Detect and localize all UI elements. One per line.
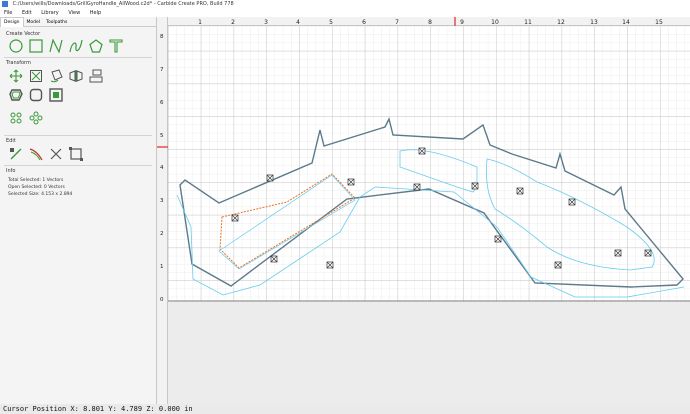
align-tool-icon[interactable]	[89, 69, 103, 83]
info-selected-size: Selected Size: 4.153 x 2.894	[8, 192, 73, 197]
x-ruler-label: 2	[231, 19, 235, 26]
divider	[4, 135, 152, 136]
info-total-selected: Total Selected: 1 Vectors	[8, 178, 64, 183]
rectangle-tool-icon[interactable]	[29, 39, 43, 53]
bounding-box-icon[interactable]	[69, 147, 83, 161]
x-ruler-label: 5	[329, 19, 333, 26]
rotate-tool-icon[interactable]	[49, 69, 63, 83]
ungroup-tool-icon[interactable]	[29, 111, 43, 125]
x-ruler-label: 4	[296, 19, 300, 26]
x-ruler-label: 11	[524, 19, 532, 26]
move-tool-icon[interactable]	[9, 69, 23, 83]
y-ruler-label: 0	[160, 297, 164, 303]
scale-tool-icon[interactable]	[29, 69, 43, 83]
x-ruler-label: 10	[491, 19, 499, 26]
info-heading: Info	[6, 168, 16, 174]
y-ruler-label: 7	[160, 67, 164, 73]
x-ruler-label: 14	[622, 19, 630, 26]
x-ruler-labels: 1 2 3 4 5 6 7 8 9 10 11 12 13 14 15	[198, 19, 663, 26]
y-ruler-label: 5	[160, 133, 164, 139]
trim-vectors-icon[interactable]	[49, 147, 63, 161]
mirror-tool-icon[interactable]	[69, 69, 83, 83]
transform-heading: Transform	[6, 60, 31, 66]
y-ruler-label: 3	[160, 198, 164, 204]
title-bar: C:/Users/wills/Downloads/GrillGyroHandle…	[0, 0, 690, 9]
design-panel: Design Model Toolpaths Create Vector Trans…	[0, 17, 157, 404]
y-ruler-label: 8	[160, 34, 164, 40]
canvas-offsheet	[168, 302, 690, 404]
tab-model[interactable]: Model	[24, 18, 44, 27]
menu-bar: File Edit Library View Help	[0, 9, 690, 17]
cursor-position-readout: Cursor Position X: 8.801 Y: 4.789 Z: 0.0…	[3, 405, 193, 413]
y-ruler-label: 1	[160, 264, 164, 270]
app-icon	[2, 1, 8, 7]
tab-toolpaths[interactable]: Toolpaths	[43, 18, 70, 27]
window-title: C:/Users/wills/Downloads/GrillGyroHandle…	[12, 1, 234, 7]
group-tool-icon[interactable]	[9, 111, 23, 125]
text-tool-icon[interactable]	[109, 39, 123, 53]
info-open-selected: Open Selected: 0 Vectors	[8, 185, 65, 190]
create-vector-heading: Create Vector	[6, 31, 41, 37]
vertical-ruler	[157, 17, 168, 404]
polyline-tool-icon[interactable]	[49, 39, 63, 53]
edit-heading: Edit	[6, 138, 16, 144]
x-ruler-label: 6	[362, 19, 366, 26]
panel-tabs: Design Model Toolpaths	[0, 17, 156, 27]
x-ruler-label: 1	[198, 19, 202, 26]
x-ruler-label: 9	[460, 19, 464, 26]
menu-help[interactable]: Help	[90, 10, 101, 16]
menu-view[interactable]: View	[68, 10, 80, 16]
offset-tool-icon[interactable]	[9, 88, 23, 102]
menu-file[interactable]: File	[4, 10, 12, 16]
menu-edit[interactable]: Edit	[22, 10, 32, 16]
y-ruler-label: 4	[160, 165, 164, 171]
node-edit-icon[interactable]	[9, 147, 23, 161]
join-vectors-icon[interactable]	[29, 147, 43, 161]
canvas-svg: 1 2 3 4 5 6 7 8 9 10 11 12 13 14 15 8 7 …	[157, 17, 690, 404]
curve-tool-icon[interactable]	[69, 39, 83, 53]
menu-library[interactable]: Library	[41, 10, 58, 16]
y-ruler-label: 6	[160, 100, 164, 106]
grid-major	[168, 26, 690, 301]
x-ruler-label: 12	[557, 19, 565, 26]
y-ruler-label: 2	[160, 231, 164, 237]
x-ruler-label: 13	[590, 19, 598, 26]
boolean-tool-icon[interactable]	[49, 88, 63, 102]
fillet-tool-icon[interactable]	[29, 88, 43, 102]
divider	[4, 165, 152, 166]
status-bar: Cursor Position X: 8.801 Y: 4.789 Z: 0.0…	[0, 404, 690, 414]
x-ruler-label: 15	[655, 19, 663, 26]
x-ruler-label: 8	[428, 19, 432, 26]
x-ruler-label: 7	[395, 19, 399, 26]
divider	[4, 57, 152, 58]
tab-design[interactable]: Design	[0, 17, 24, 27]
design-canvas[interactable]: 1 2 3 4 5 6 7 8 9 10 11 12 13 14 15 8 7 …	[157, 17, 690, 404]
x-ruler-label: 3	[264, 19, 268, 26]
circle-tool-icon[interactable]	[9, 39, 23, 53]
polygon-tool-icon[interactable]	[89, 39, 103, 53]
